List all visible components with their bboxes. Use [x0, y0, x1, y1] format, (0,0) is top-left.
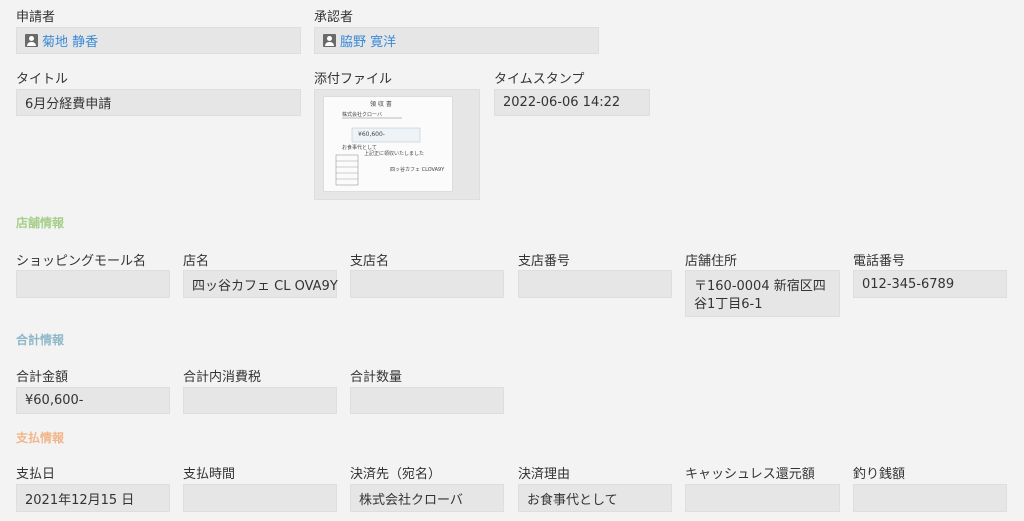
receipt-heading: 領 収 書: [370, 101, 392, 108]
receipt-confirm: 上記正に領収いたしました: [364, 151, 425, 157]
field-label: 釣り銭額: [853, 467, 906, 482]
timestamp-field: 2022-06-06 14:22: [494, 89, 650, 116]
field-label: ショッピングモール名: [16, 254, 147, 269]
field-label: 支払時間: [183, 467, 236, 482]
field-label: 店舗住所: [685, 254, 738, 269]
field-label: 決済理由: [518, 467, 571, 482]
field-value: [685, 484, 840, 512]
field-label: 店名: [183, 254, 210, 269]
title-field: 6月分経費申請: [16, 89, 301, 116]
field-value: お食事代として: [518, 484, 672, 512]
field-label: 合計内消費税: [183, 370, 262, 385]
timestamp-value: 2022-06-06 14:22: [503, 95, 621, 110]
field-label: 合計金額: [16, 370, 69, 385]
title-label: タイトル: [16, 72, 69, 87]
total-section-title: 合計情報: [16, 333, 65, 347]
applicant-field: 菊地 静香: [16, 27, 301, 54]
field-value: [16, 270, 170, 298]
receipt-thumbnail[interactable]: 領 収 書 株式会社クローバ ¥60,600- お食事代として 上記正に領収いた…: [323, 96, 453, 192]
user-icon: [25, 34, 38, 47]
receipt-amount: ¥60,600-: [358, 131, 385, 138]
field-value: 四ッ谷カフェ CL OVA9Y: [183, 270, 338, 298]
attachment-label: 添付ファイル: [314, 72, 393, 87]
attachment-field: 領 収 書 株式会社クローバ ¥60,600- お食事代として 上記正に領収いた…: [314, 89, 480, 200]
field-value: 株式会社クローバ: [350, 484, 504, 512]
field-label: 支払日: [16, 467, 56, 482]
receipt-recipient: 株式会社クローバ: [342, 112, 382, 118]
title-value: 6月分経費申請: [25, 97, 112, 112]
approver-label: 承認者: [314, 10, 354, 25]
approver-name[interactable]: 脇野 寛洋: [340, 31, 396, 50]
field-value: [183, 484, 337, 512]
field-value: ¥60,600-: [16, 387, 170, 414]
field-value: 〒160-0004 新宿区四谷1丁目6-1: [685, 270, 840, 317]
field-value: [350, 270, 504, 298]
field-label: 決済先（宛名）: [350, 467, 442, 482]
field-value: [183, 387, 337, 414]
field-label: 支店名: [350, 254, 390, 269]
timestamp-label: タイムスタンプ: [494, 72, 585, 87]
field-label: 支店番号: [518, 254, 571, 269]
field-value: 2021年12月15 日: [16, 484, 170, 512]
field-value: [350, 387, 504, 414]
field-value: [518, 270, 672, 298]
applicant-label: 申請者: [16, 10, 56, 25]
field-label: 電話番号: [853, 254, 906, 269]
field-value: 012-345-6789: [853, 270, 1007, 298]
store-section-title: 店舗情報: [16, 216, 65, 230]
payment-section-title: 支払情報: [16, 431, 65, 445]
field-label: 合計数量: [350, 370, 403, 385]
user-icon: [323, 34, 336, 47]
approver-field: 脇野 寛洋: [314, 27, 599, 54]
applicant-name[interactable]: 菊地 静香: [42, 31, 98, 50]
field-value: [853, 484, 1007, 512]
receipt-store: 四ッ谷カフェ CLOVA9Y: [390, 167, 445, 173]
field-label: キャッシュレス還元額: [685, 467, 815, 482]
